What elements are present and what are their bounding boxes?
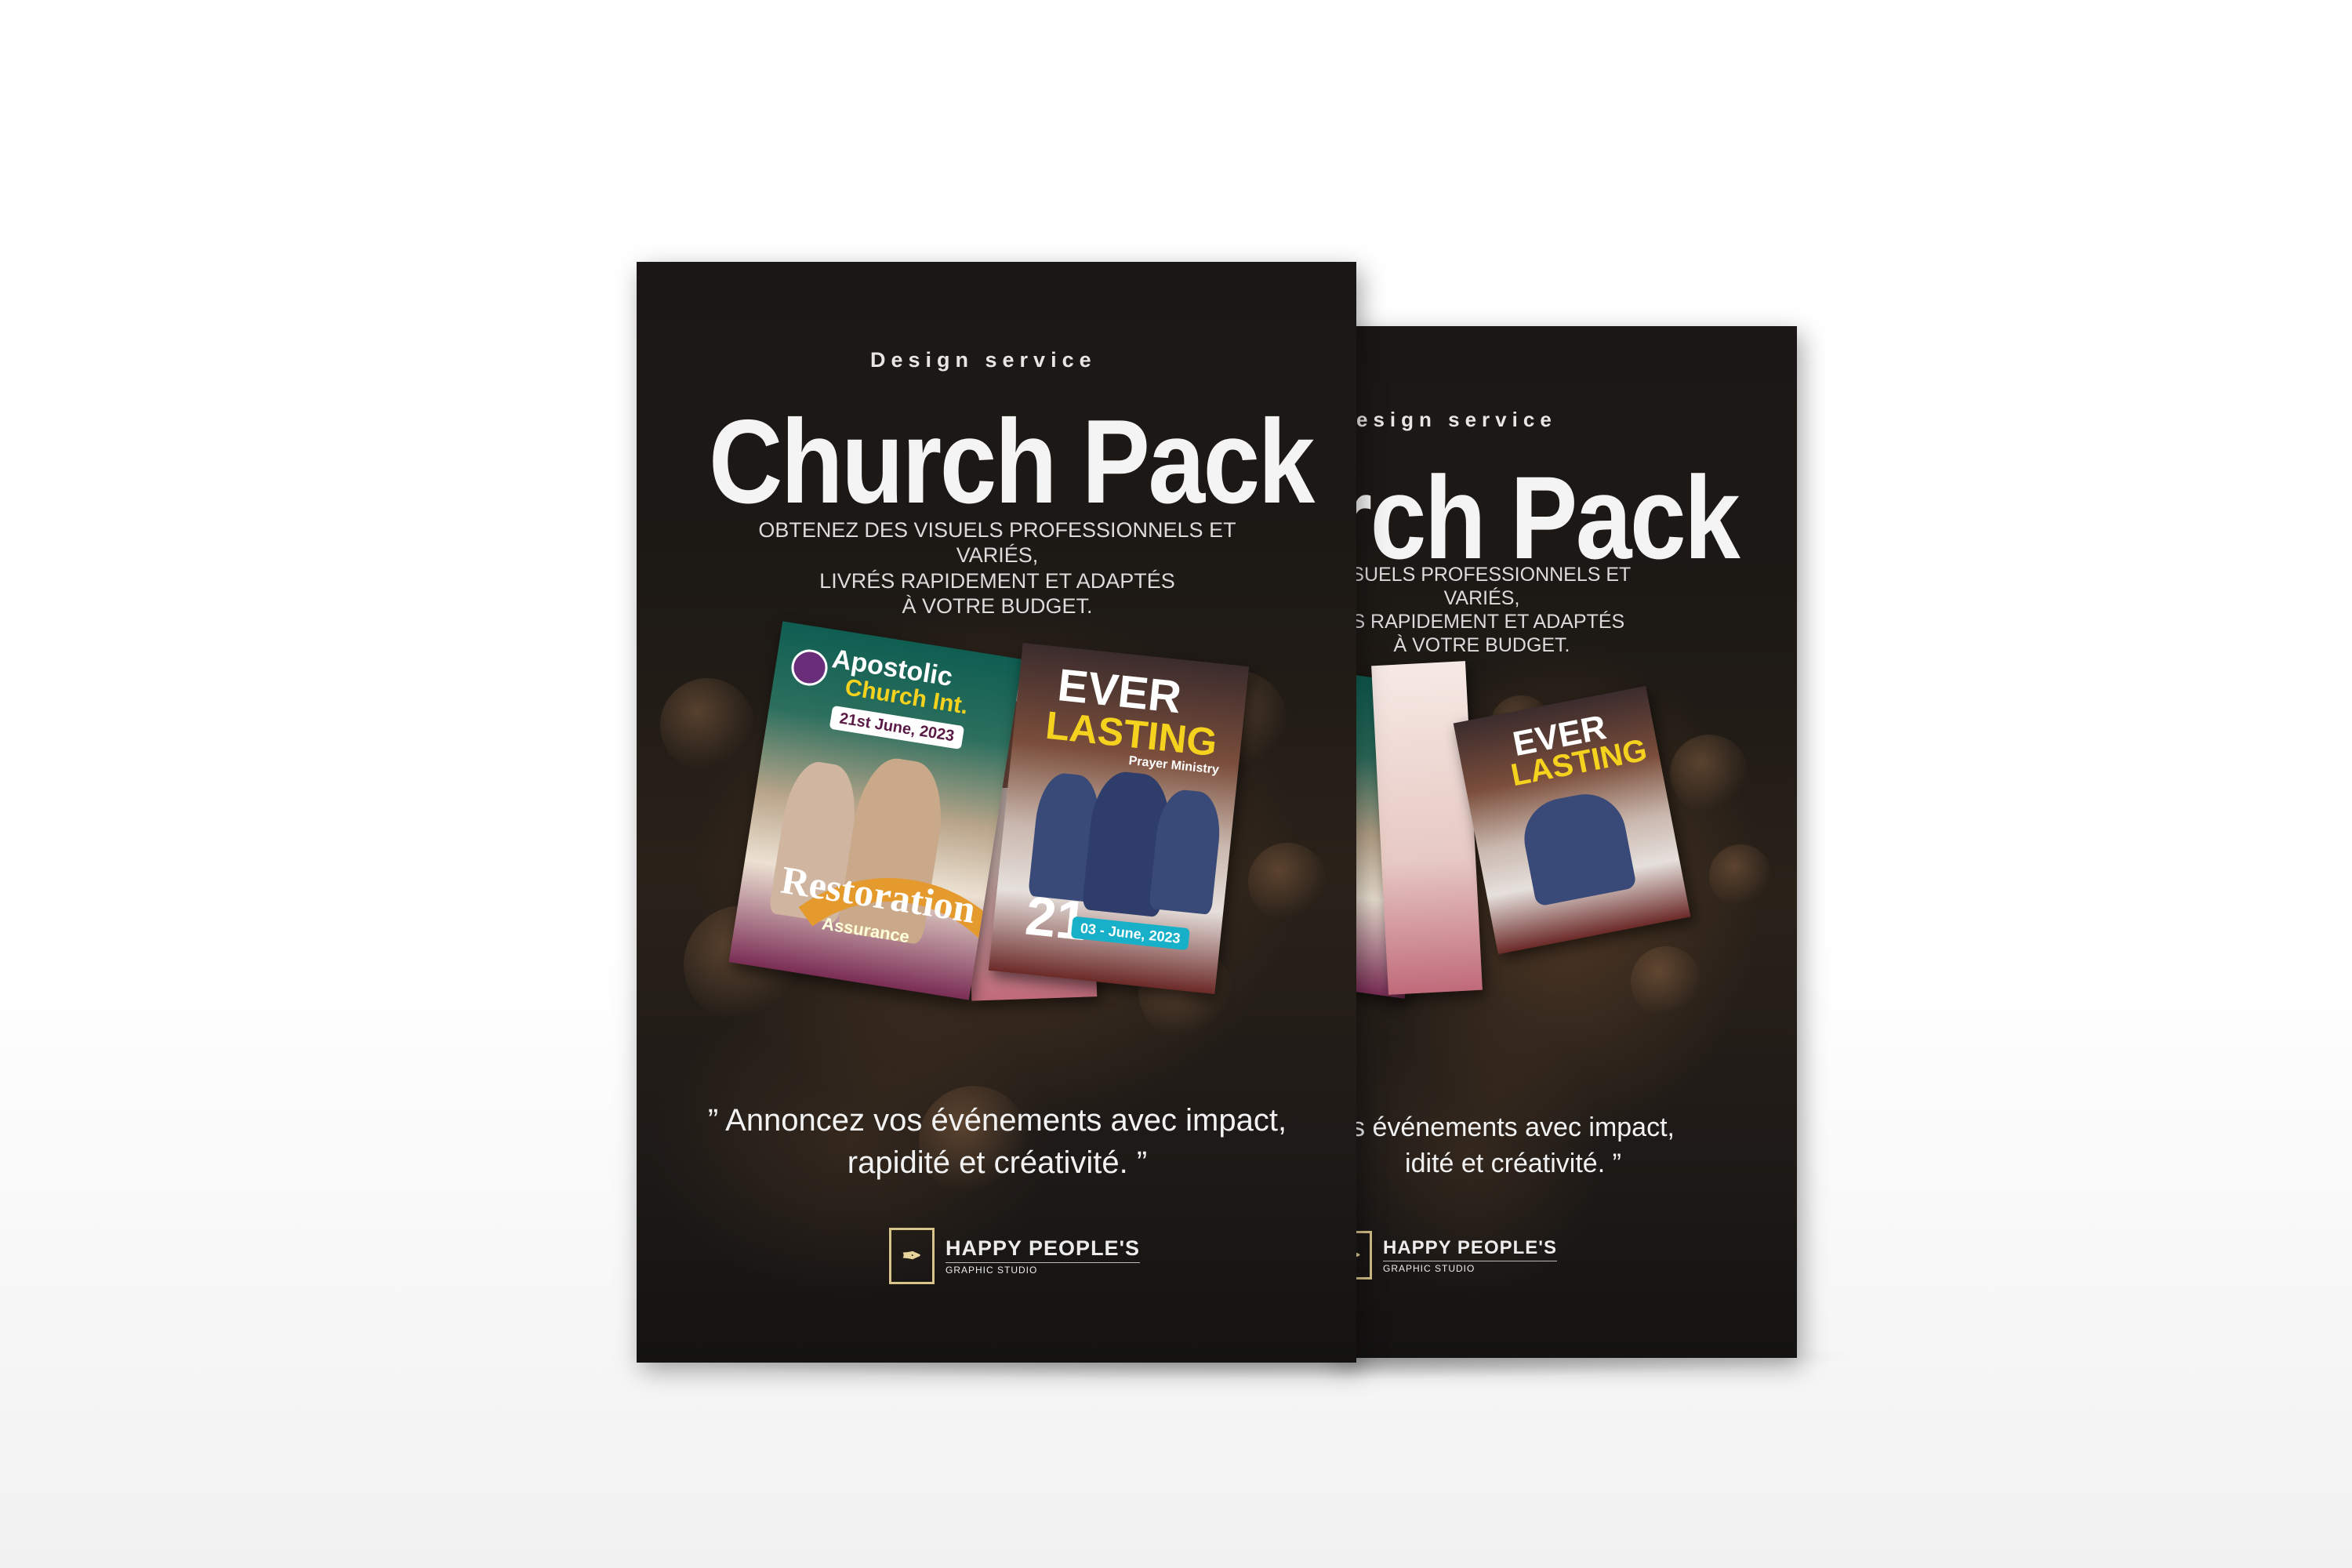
back-kicker: esign service xyxy=(1356,408,1557,431)
page-title: Church Pack xyxy=(709,395,1315,528)
brand-name: HAPPY PEOPLE'S xyxy=(946,1236,1140,1260)
back-subtitle: VISUELS PROFESSIONNELS ET VARIÉS, ÉS RAP… xyxy=(1333,564,1632,656)
front-flyer: Design service Church Pack OBTENEZ DES V… xyxy=(637,262,1356,1363)
kicker-text: Design service xyxy=(870,348,1097,372)
subtitle: OBTENEZ DES VISUELS PROFESSIONNELS ET VA… xyxy=(758,518,1236,619)
tagline-quote: ” Annoncez vos événements avec impact, r… xyxy=(707,1103,1287,1180)
church-logo-icon xyxy=(789,647,830,688)
back-sample-pink xyxy=(1371,661,1483,995)
quill-icon: ✒ xyxy=(889,1228,935,1284)
sample-everlasting-flyer: EVER LASTING Prayer Ministry 21 03 - Jun… xyxy=(988,642,1250,995)
brand-logo: ✒ HAPPY PEOPLE'S GRAPHIC STUDIO xyxy=(889,1228,1140,1284)
back-flyer: esign service rch Pack VISUELS PROFESSIO… xyxy=(1333,326,1797,1358)
back-brand-logo: ✒ HAPPY PEOPLE'S GRAPHIC STUDIO xyxy=(1333,1231,1557,1279)
brand-tagline: GRAPHIC STUDIO xyxy=(946,1262,1140,1276)
back-quote: s événements avec impact, idité et créat… xyxy=(1352,1112,1675,1178)
